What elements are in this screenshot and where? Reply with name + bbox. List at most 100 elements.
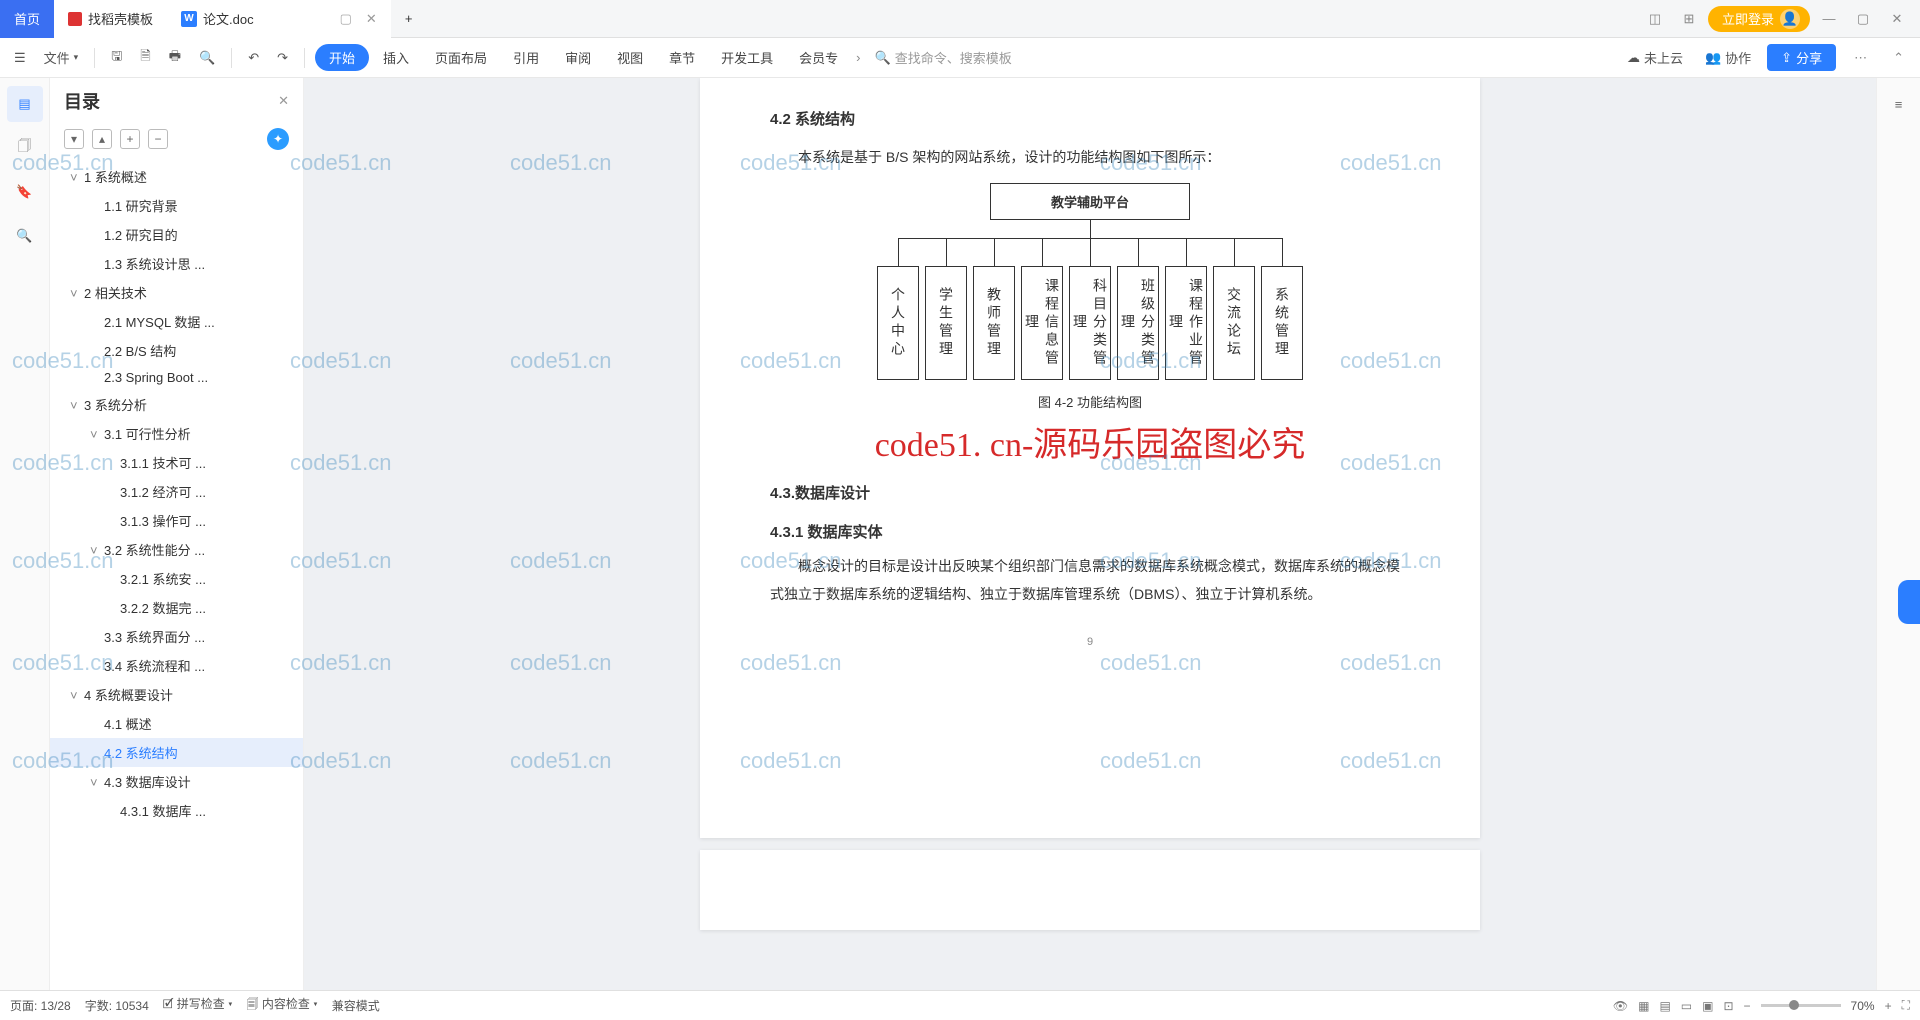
view-outline-icon[interactable]: ▤ bbox=[1659, 999, 1670, 1013]
toc-title: 目录 bbox=[64, 88, 100, 114]
view-web-icon[interactable]: ▭ bbox=[1681, 999, 1692, 1013]
tab-popout-icon[interactable]: ▢ bbox=[340, 11, 352, 27]
toc-item[interactable]: 3.4 系统流程和 ... bbox=[50, 651, 303, 680]
maximize-icon[interactable]: ▢ bbox=[1848, 4, 1878, 34]
search-rail-icon[interactable]: 🔍 bbox=[7, 218, 43, 254]
tab-templates[interactable]: 找稻壳模板 bbox=[54, 0, 167, 38]
avatar-icon: 👤 bbox=[1780, 9, 1800, 29]
apps-icon[interactable]: ⊞ bbox=[1674, 4, 1704, 34]
content-check[interactable]: 🗐 内容检查 ▾ bbox=[247, 995, 318, 1016]
bookmark-icon[interactable]: 🔖 bbox=[7, 174, 43, 210]
toc-item[interactable]: 1.1 研究背景 bbox=[50, 191, 303, 220]
save-icon[interactable]: 🖫 bbox=[105, 43, 128, 73]
more-icon[interactable]: ⋯ bbox=[1846, 50, 1875, 66]
diagram-box: 系统管理 bbox=[1261, 266, 1303, 380]
menu-会员专[interactable]: 会员专 bbox=[787, 42, 850, 73]
tab-home[interactable]: 首页 bbox=[0, 0, 54, 38]
toc-item[interactable]: 3.2.2 数据完 ... bbox=[50, 593, 303, 622]
cloud-icon: ☁ bbox=[1627, 50, 1640, 66]
zoom-in-icon[interactable]: + bbox=[1885, 999, 1892, 1013]
toc-close-icon[interactable]: ✕ bbox=[278, 93, 289, 109]
document-area[interactable]: 📄 4.2 系统结构 本系统是基于 B/S 架构的网站系统，设计的功能结构图如下… bbox=[304, 78, 1876, 990]
people-icon: 👥 bbox=[1705, 50, 1721, 66]
toc-item[interactable]: 3.3 系统界面分 ... bbox=[50, 622, 303, 651]
zoom-slider[interactable] bbox=[1761, 1004, 1841, 1007]
chevron-down-icon: ˅ bbox=[70, 688, 82, 703]
toc-item[interactable]: 4.2 系统结构 bbox=[50, 738, 303, 767]
ai-badge-icon[interactable]: ✦ bbox=[267, 128, 289, 150]
toc-item[interactable]: 4.1 概述 bbox=[50, 709, 303, 738]
toc-item[interactable]: 3.1.1 技术可 ... bbox=[50, 448, 303, 477]
preview-icon[interactable]: 🔍 bbox=[193, 46, 221, 70]
share-button[interactable]: ⇪分享 bbox=[1767, 44, 1836, 71]
view-page-icon[interactable]: ▦ bbox=[1638, 999, 1649, 1013]
menu-开始[interactable]: 开始 bbox=[315, 44, 369, 71]
search-placeholder: 查找命令、搜索模板 bbox=[895, 48, 1012, 67]
toc-remove-icon[interactable]: − bbox=[148, 129, 168, 149]
tab-new[interactable]: + bbox=[391, 0, 427, 38]
tab-document[interactable]: W 论文.doc ▢ ✕ bbox=[167, 0, 391, 38]
close-icon[interactable]: ✕ bbox=[366, 11, 377, 27]
menu-审阅[interactable]: 审阅 bbox=[553, 42, 603, 73]
chevron-down-icon: ˅ bbox=[90, 543, 102, 558]
command-search[interactable]: 🔍 查找命令、搜索模板 bbox=[867, 46, 1020, 69]
toc-item[interactable]: ˅4 系统概要设计 bbox=[50, 680, 303, 709]
tab-label: 找稻壳模板 bbox=[88, 9, 153, 28]
toc-item[interactable]: 1.2 研究目的 bbox=[50, 220, 303, 249]
hamburger-icon[interactable]: ☰ bbox=[8, 46, 32, 70]
toc-item[interactable]: ˅3 系统分析 bbox=[50, 390, 303, 419]
toc-item[interactable]: 3.1.3 操作可 ... bbox=[50, 506, 303, 535]
menu-页面布局[interactable]: 页面布局 bbox=[423, 42, 499, 73]
menu-章节[interactable]: 章节 bbox=[657, 42, 707, 73]
page-number: 9 bbox=[770, 636, 1410, 648]
toc-item[interactable]: 2.3 Spring Boot ... bbox=[50, 365, 303, 390]
export-icon[interactable]: 🗎 bbox=[134, 43, 156, 73]
menu-插入[interactable]: 插入 bbox=[371, 42, 421, 73]
window-layout-icon[interactable]: ◫ bbox=[1640, 4, 1670, 34]
collapse-all-icon[interactable]: ▾ bbox=[64, 129, 84, 149]
toc-add-icon[interactable]: + bbox=[120, 129, 140, 149]
file-menu[interactable]: 文件 ▾ bbox=[38, 44, 85, 71]
word-count: 字数: 10534 bbox=[85, 997, 149, 1014]
toc-item[interactable]: 4.3.1 数据库 ... bbox=[50, 796, 303, 825]
diagram-box: 交流论坛 bbox=[1213, 266, 1255, 380]
side-tab[interactable] bbox=[1898, 580, 1920, 624]
toc-item[interactable]: 2.2 B/S 结构 bbox=[50, 336, 303, 365]
redo-icon[interactable]: ↷ bbox=[271, 46, 294, 70]
toc-item[interactable]: 3.1.2 经济可 ... bbox=[50, 477, 303, 506]
toc-item[interactable]: 3.2.1 系统安 ... bbox=[50, 564, 303, 593]
cloud-status[interactable]: ☁未上云 bbox=[1621, 44, 1689, 71]
toc-item[interactable]: ˅3.2 系统性能分 ... bbox=[50, 535, 303, 564]
toc-item[interactable]: 1.3 系统设计思 ... bbox=[50, 249, 303, 278]
panel-toggle-icon[interactable]: ≡ bbox=[1881, 86, 1917, 122]
expand-all-icon[interactable]: ▴ bbox=[92, 129, 112, 149]
toc-item[interactable]: 2.1 MYSQL 数据 ... bbox=[50, 307, 303, 336]
diagram-box: 课程信息管理 bbox=[1021, 266, 1063, 380]
fullscreen-icon[interactable]: ⛶ bbox=[1902, 998, 1910, 1013]
outline-icon[interactable]: ▤ bbox=[7, 86, 43, 122]
eye-icon[interactable]: 👁 bbox=[1613, 999, 1628, 1013]
toc-item[interactable]: ˅3.1 可行性分析 bbox=[50, 419, 303, 448]
undo-icon[interactable]: ↶ bbox=[242, 46, 265, 70]
menu-视图[interactable]: 视图 bbox=[605, 42, 655, 73]
close-window-icon[interactable]: ✕ bbox=[1882, 4, 1912, 34]
toc-item[interactable]: ˅4.3 数据库设计 bbox=[50, 767, 303, 796]
menu-引用[interactable]: 引用 bbox=[501, 42, 551, 73]
paragraph: 本系统是基于 B/S 架构的网站系统，设计的功能结构图如下图所示： bbox=[770, 143, 1410, 171]
chevron-down-icon: ˅ bbox=[70, 170, 82, 185]
zoom-out-icon[interactable]: − bbox=[1744, 999, 1751, 1013]
collab-button[interactable]: 👥协作 bbox=[1699, 44, 1757, 71]
toc-item[interactable]: ˅1 系统概述 bbox=[50, 162, 303, 191]
print-icon[interactable]: 🖶 bbox=[163, 43, 187, 73]
thumbnails-icon[interactable]: 🗍 bbox=[7, 130, 43, 166]
toc-item[interactable]: ˅2 相关技术 bbox=[50, 278, 303, 307]
left-rail: ▤ 🗍 🔖 🔍 bbox=[0, 78, 50, 990]
zoom-fit-icon[interactable]: ⊡ bbox=[1723, 999, 1733, 1013]
login-button[interactable]: 立即登录 👤 bbox=[1708, 6, 1810, 32]
minimize-icon[interactable]: — bbox=[1814, 4, 1844, 34]
view-read-icon[interactable]: ▣ bbox=[1702, 999, 1713, 1013]
chevron-up-icon[interactable]: ⌃ bbox=[1885, 50, 1912, 66]
spellcheck-toggle[interactable]: 🗹 拼写检查 ▾ bbox=[163, 995, 233, 1016]
compat-mode[interactable]: 兼容模式 bbox=[332, 997, 380, 1014]
menu-开发工具[interactable]: 开发工具 bbox=[709, 42, 785, 73]
